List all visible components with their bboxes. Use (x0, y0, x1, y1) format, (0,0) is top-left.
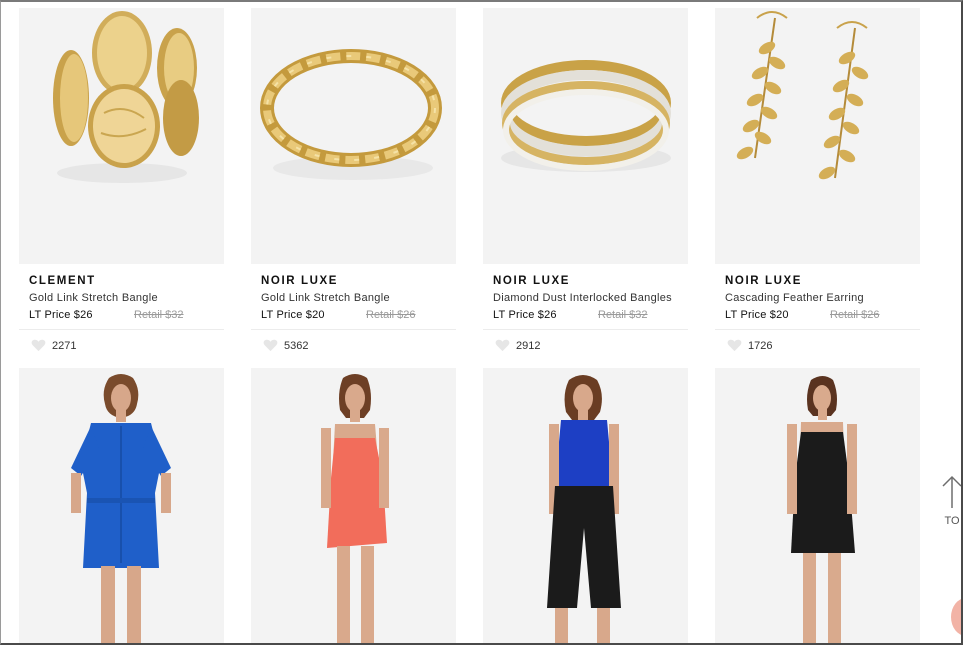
product-card[interactable] (483, 368, 688, 643)
like-count: 2271 (52, 339, 77, 352)
lt-price: LT Price $26 (493, 309, 557, 321)
product-image[interactable] (19, 368, 224, 643)
product-image[interactable] (483, 8, 688, 264)
heart-icon[interactable] (727, 339, 742, 352)
lt-price: LT Price $20 (725, 309, 789, 321)
browser-viewport: CLEMENT Gold Link Stretch Bangle LT Pric… (0, 0, 963, 645)
like-count: 1726 (748, 339, 773, 352)
like-counter[interactable]: 2271 (31, 339, 224, 352)
product-image[interactable] (19, 8, 224, 264)
scroll-to-top-button[interactable]: TO (941, 474, 961, 527)
like-count: 5362 (284, 339, 309, 352)
like-counter[interactable]: 5362 (263, 339, 456, 352)
like-counter[interactable]: 2912 (495, 339, 688, 352)
product-prices: LT Price $20 Retail $26 (725, 309, 920, 323)
product-card[interactable]: CLEMENT Gold Link Stretch Bangle LT Pric… (19, 8, 224, 352)
lt-price: LT Price $20 (261, 309, 325, 321)
divider (19, 329, 224, 330)
product-card[interactable] (19, 368, 224, 643)
retail-price: Retail $26 (830, 309, 880, 321)
product-image[interactable] (715, 368, 920, 643)
product-brand: CLEMENT (29, 275, 96, 287)
divider (483, 329, 688, 330)
scroll-to-top-label: TO (944, 515, 960, 527)
retail-price: Retail $32 (134, 309, 184, 321)
arrow-up-icon (942, 475, 961, 508)
divider (251, 329, 456, 330)
heart-icon[interactable] (31, 339, 46, 352)
product-prices: LT Price $20 Retail $26 (261, 309, 456, 323)
product-card[interactable] (251, 368, 456, 643)
product-card[interactable]: NOIR LUXE Gold Link Stretch Bangle LT Pr… (251, 8, 456, 352)
like-count: 2912 (516, 339, 541, 352)
product-name[interactable]: Gold Link Stretch Bangle (29, 292, 224, 304)
product-image[interactable] (251, 368, 456, 643)
product-image[interactable] (251, 8, 456, 264)
product-image[interactable] (483, 368, 688, 643)
product-image[interactable] (715, 8, 920, 264)
product-brand: NOIR LUXE (493, 275, 571, 287)
product-brand: NOIR LUXE (725, 275, 803, 287)
retail-price: Retail $32 (598, 309, 648, 321)
lt-price: LT Price $26 (29, 309, 93, 321)
product-name[interactable]: Cascading Feather Earring (725, 292, 920, 304)
product-card[interactable] (715, 368, 920, 643)
product-prices: LT Price $26 Retail $32 (29, 309, 224, 323)
product-brand: NOIR LUXE (261, 275, 339, 287)
product-name[interactable]: Diamond Dust Interlocked Bangles (493, 292, 688, 304)
product-prices: LT Price $26 Retail $32 (493, 309, 688, 323)
retail-price: Retail $26 (366, 309, 416, 321)
product-card[interactable]: NOIR LUXE Diamond Dust Interlocked Bangl… (483, 8, 688, 352)
heart-icon[interactable] (495, 339, 510, 352)
product-card[interactable]: NOIR LUXE Cascading Feather Earring LT P… (715, 8, 920, 352)
like-counter[interactable]: 1726 (727, 339, 920, 352)
divider (715, 329, 920, 330)
product-name[interactable]: Gold Link Stretch Bangle (261, 292, 456, 304)
chat-button[interactable] (951, 598, 961, 636)
heart-icon[interactable] (263, 339, 278, 352)
